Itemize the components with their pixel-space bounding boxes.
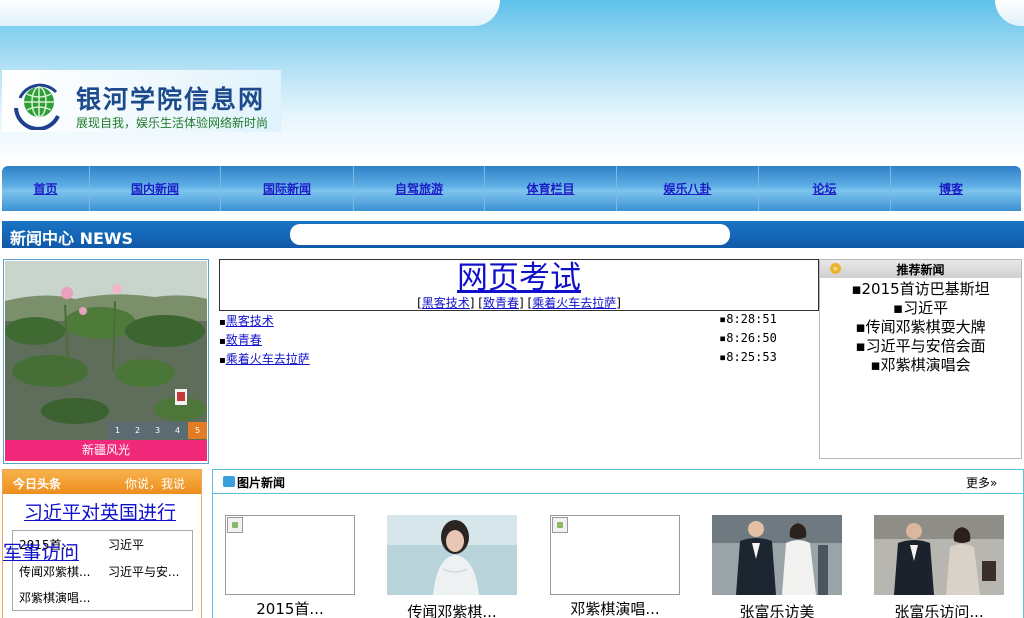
recommended-news-panel: » 推荐新闻 ▪2015首访巴基斯坦 ▪习近平 ▪传闻邓紫棋耍大牌 ▪习近平与安…	[819, 259, 1022, 459]
news-link[interactable]: 致青春	[226, 333, 262, 347]
picture-caption[interactable]: 张富乐访美	[712, 601, 842, 618]
picture-caption[interactable]: 张富乐访问...	[874, 601, 1004, 618]
more-link[interactable]: 更多»	[966, 474, 997, 491]
couple-airport-photo[interactable]	[874, 515, 1004, 595]
picture-thumbnail[interactable]	[225, 515, 355, 595]
picture-news-panel: 图片新闻 更多» 2015首... 传闻邓紫棋... 邓紫棋演唱... 张富乐访…	[212, 469, 1024, 618]
picture-news-item[interactable]: 张富乐访问...	[874, 515, 1004, 618]
slider-page-5[interactable]: 5	[188, 422, 207, 439]
today-main-headline-link[interactable]: 习近平对英国进行	[24, 498, 176, 525]
nav-item-home[interactable]: 首页	[2, 166, 90, 211]
nav-link-international[interactable]: 国际新闻	[263, 180, 311, 197]
today-grid-item[interactable]: 邓紫棋演唱...	[19, 589, 90, 606]
header-wave-left	[0, 0, 500, 26]
news-time: ▪8:25:53	[719, 350, 777, 364]
news-time: ▪8:26:50	[719, 331, 777, 345]
header-wave-right	[995, 0, 1024, 26]
picture-caption[interactable]: 邓紫棋演唱...	[550, 598, 680, 618]
list-item[interactable]: ▪习近平	[820, 299, 1021, 318]
list-item[interactable]: ▪习近平与安倍会面	[820, 337, 1021, 356]
nav-link-home[interactable]: 首页	[33, 180, 57, 197]
main-news-panel: 网页考试 [黑客技术] [致青春] [乘着火车去拉萨] ▪黑客技术 ▪8:28:…	[219, 259, 819, 459]
picture-news-header: 图片新闻 更多»	[213, 470, 1023, 494]
nav-link-sports[interactable]: 体育栏目	[526, 180, 574, 197]
today-headline-title: 今日头条	[13, 477, 62, 491]
globe-logo-icon	[14, 83, 60, 130]
today-headline-header: 今日头条 你说，我说	[3, 470, 201, 494]
picture-news-item[interactable]: 张富乐访美	[712, 515, 842, 618]
today-headline-comments[interactable]: 你说，我说	[125, 475, 185, 492]
headline-link-train[interactable]: 乘着火车去拉萨	[532, 296, 616, 310]
news-center-title: 新闻中心 NEWS	[10, 229, 134, 248]
picture-news-item[interactable]: 邓紫棋演唱...	[550, 515, 680, 618]
nav-item-blog[interactable]: 博客	[891, 166, 1011, 211]
slider-page-1[interactable]: 1	[108, 422, 127, 439]
today-main-headline-overflow[interactable]: 军事访问	[3, 538, 79, 565]
news-link[interactable]: 黑客技术	[226, 314, 274, 328]
news-list-item: ▪乘着火车去拉萨 ▪8:25:53	[219, 350, 777, 366]
headline-related-links: [黑客技术] [致青春] [乘着火车去拉萨]	[417, 296, 621, 310]
slider-page-3[interactable]: 3	[148, 422, 167, 439]
slider-caption: 新疆风光	[5, 440, 207, 461]
broken-image-icon	[552, 517, 568, 533]
nav-link-blog[interactable]: 博客	[939, 180, 963, 197]
site-slogan: 展现自我，娱乐生活体验网络新时尚	[76, 116, 269, 130]
today-grid-item[interactable]: 习近平与安...	[108, 563, 179, 580]
recommended-news-title: 推荐新闻	[896, 263, 945, 277]
picture-news-title: 图片新闻	[237, 476, 286, 490]
nav-item-travel[interactable]: 自驾旅游	[354, 166, 485, 211]
lotus-pond-photo	[5, 261, 207, 440]
nav-link-domestic[interactable]: 国内新闻	[131, 180, 179, 197]
main-nav: 首页 国内新闻 国际新闻 自驾旅游 体育栏目 娱乐八卦 论坛 博客	[2, 166, 1021, 211]
news-link[interactable]: 乘着火车去拉萨	[226, 352, 310, 366]
broken-image-icon	[227, 517, 243, 533]
picture-news-item[interactable]: 传闻邓紫棋...	[387, 515, 517, 618]
headline-title-link[interactable]: 网页考试	[220, 260, 818, 296]
recommended-news-list: ▪2015首访巴基斯坦 ▪习近平 ▪传闻邓紫棋耍大牌 ▪习近平与安倍会面 ▪邓紫…	[820, 280, 1021, 375]
nav-item-sports[interactable]: 体育栏目	[485, 166, 617, 211]
site-header: 银河学院信息网 展现自我，娱乐生活体验网络新时尚	[0, 0, 1024, 165]
picture-caption[interactable]: 传闻邓紫棋...	[387, 601, 517, 618]
couple-walking-photo[interactable]	[712, 515, 842, 595]
slider-page-4[interactable]: 4	[168, 422, 187, 439]
search-input[interactable]	[290, 224, 730, 245]
headline-box: 网页考试 [黑客技术] [致青春] [乘着火车去拉萨]	[219, 259, 819, 311]
nav-item-international[interactable]: 国际新闻	[221, 166, 354, 211]
site-title: 银河学院信息网	[76, 85, 266, 114]
list-item[interactable]: ▪传闻邓紫棋耍大牌	[820, 318, 1021, 337]
picture-caption[interactable]: 2015首...	[225, 598, 355, 618]
today-grid-item[interactable]: 习近平	[108, 536, 144, 553]
list-item[interactable]: ▪邓紫棋演唱会	[820, 356, 1021, 375]
picture-thumbnail[interactable]	[550, 515, 680, 595]
woman-portrait-photo[interactable]	[387, 515, 517, 595]
news-time: ▪8:28:51	[719, 312, 777, 326]
headline-link-youth[interactable]: 致青春	[483, 296, 519, 310]
nav-link-travel[interactable]: 自驾旅游	[395, 180, 443, 197]
nav-link-forum[interactable]: 论坛	[812, 180, 836, 197]
photo-slider: 1 2 3 4 5 新疆风光	[3, 259, 209, 464]
nav-item-forum[interactable]: 论坛	[759, 166, 891, 211]
news-list-item: ▪黑客技术 ▪8:28:51	[219, 312, 777, 328]
today-grid-item[interactable]: 传闻邓紫棋...	[19, 563, 90, 580]
news-center-bar: 新闻中心 NEWS	[2, 221, 1024, 248]
nav-item-domestic[interactable]: 国内新闻	[90, 166, 221, 211]
slider-pager: 1 2 3 4 5	[107, 422, 207, 439]
recommended-news-header: » 推荐新闻	[820, 260, 1021, 278]
picture-icon	[223, 476, 235, 487]
headline-link-hacker[interactable]: 黑客技术	[422, 296, 470, 310]
slider-page-2[interactable]: 2	[128, 422, 147, 439]
picture-news-item[interactable]: 2015首...	[225, 515, 355, 618]
list-item[interactable]: ▪2015首访巴基斯坦	[820, 280, 1021, 299]
nav-item-entertainment[interactable]: 娱乐八卦	[617, 166, 759, 211]
nav-link-entertainment[interactable]: 娱乐八卦	[663, 180, 711, 197]
news-list-item: ▪致青春 ▪8:26:50	[219, 331, 777, 347]
